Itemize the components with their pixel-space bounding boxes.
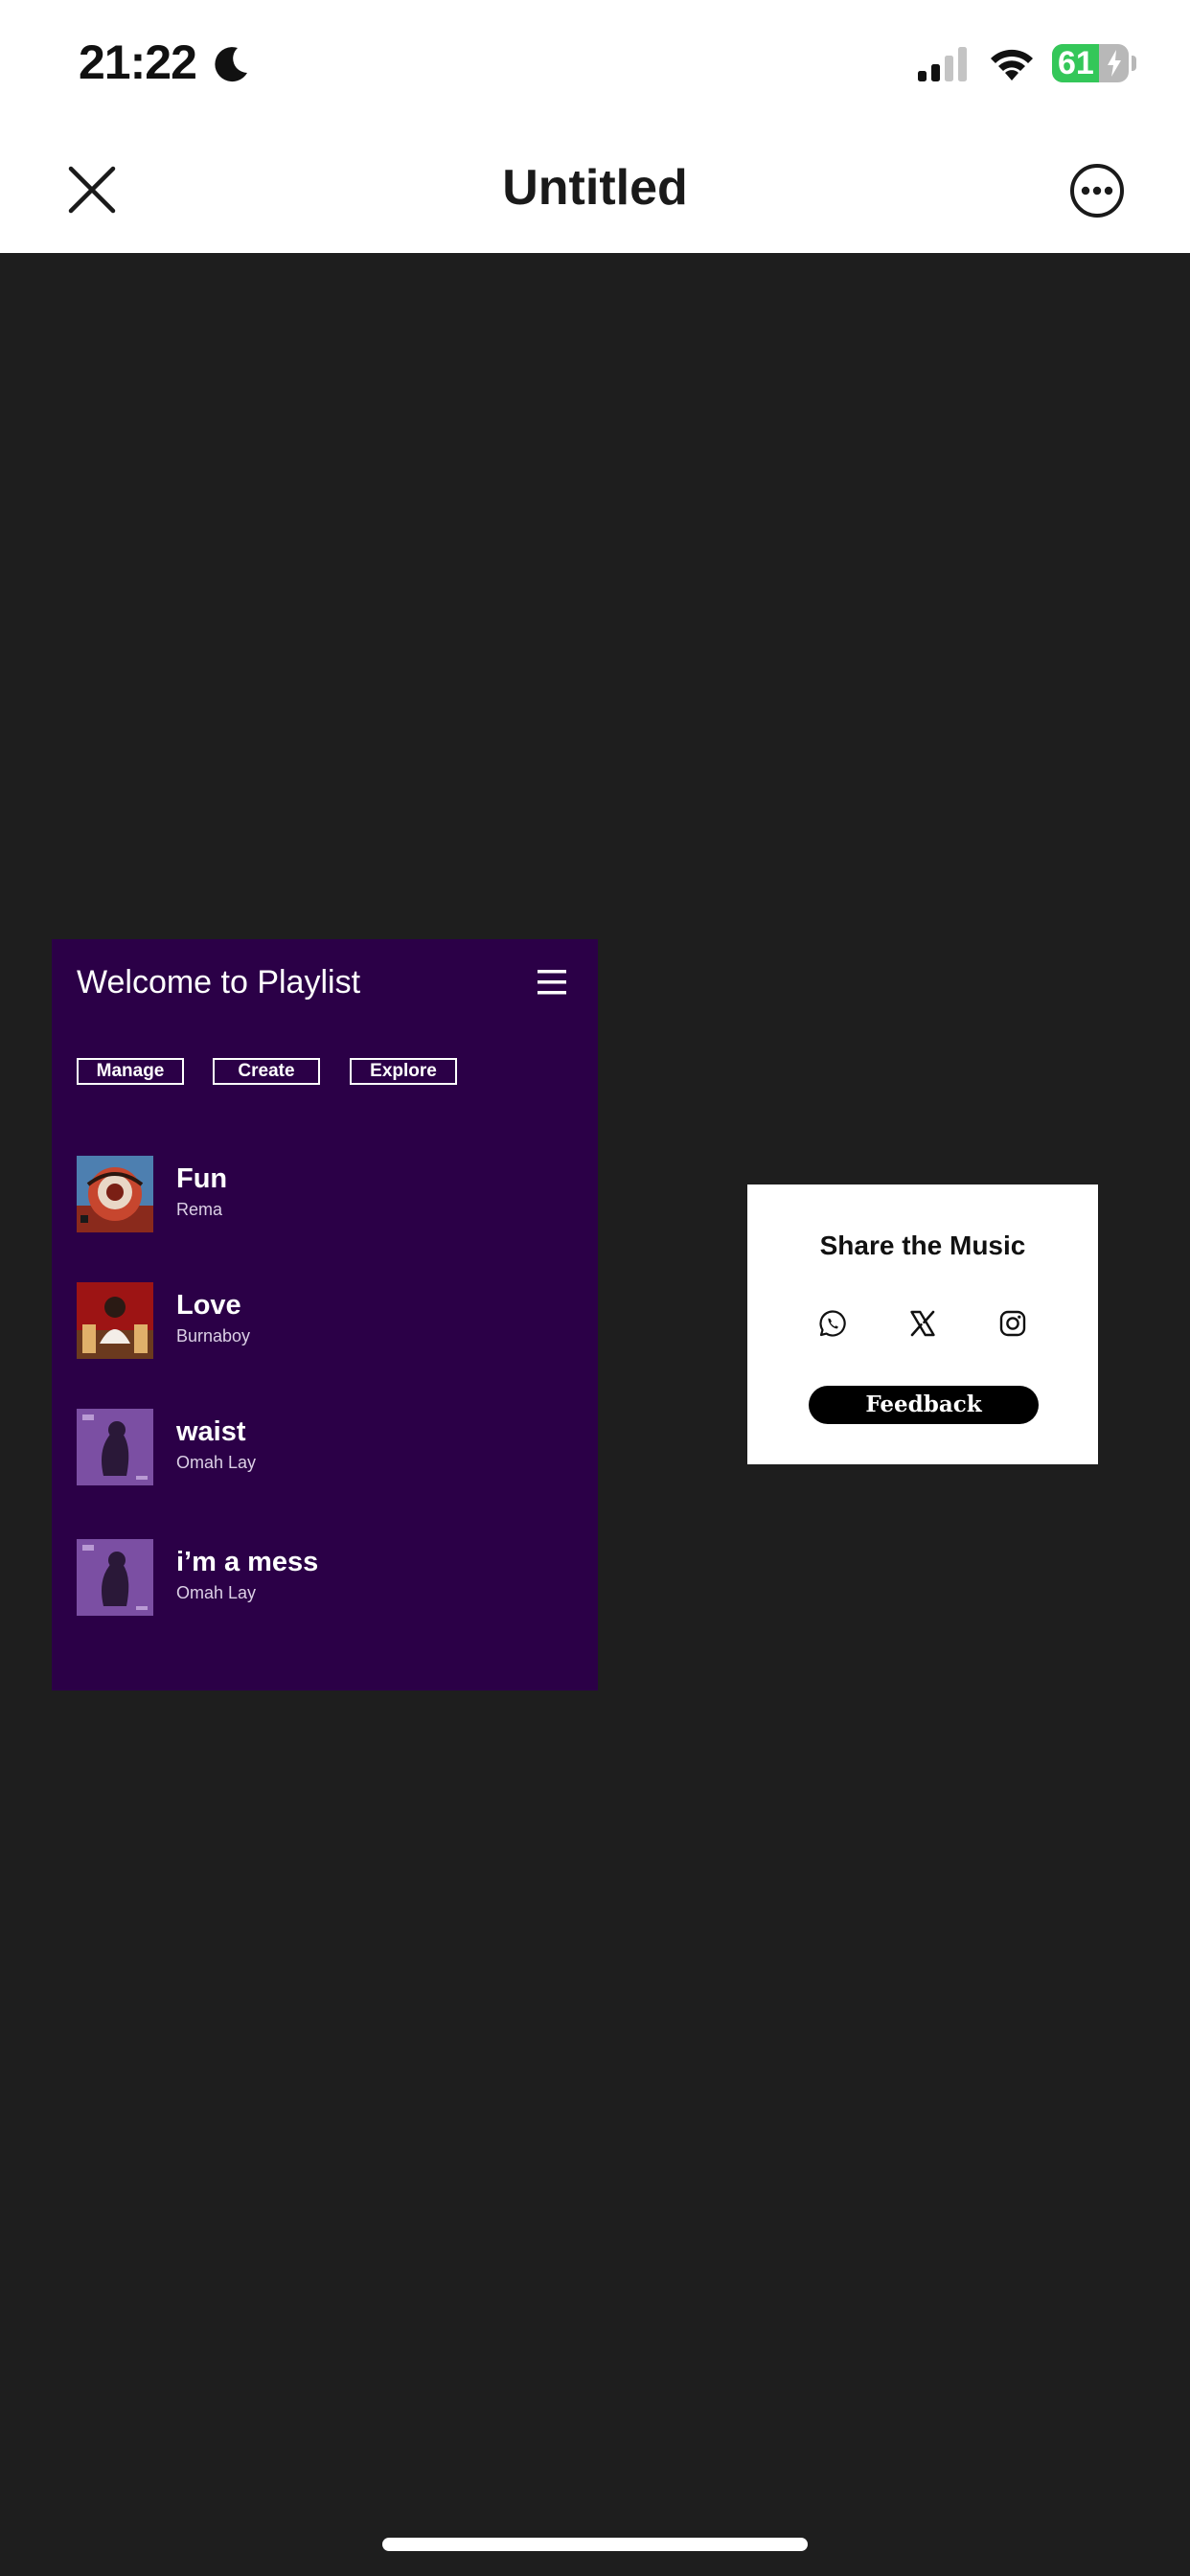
track-artist: Rema (176, 1200, 223, 1219)
explore-button[interactable]: Explore (350, 1058, 457, 1085)
track-title: waist (176, 1416, 246, 1447)
status-bar: 21:22 61 (0, 0, 1190, 130)
moon-icon (215, 47, 247, 82)
track-item-im-a-mess[interactable]: i’m a mess Omah Lay (77, 1539, 575, 1618)
album-cover-love (77, 1282, 153, 1359)
album-cover-fun (77, 1156, 153, 1232)
playlist-title: Welcome to Playlist (77, 964, 361, 1000)
x-icon[interactable] (908, 1309, 937, 1338)
feedback-button[interactable]: Feedback (809, 1386, 1039, 1424)
track-title: i’m a mess (176, 1547, 319, 1577)
instagram-icon[interactable] (998, 1309, 1027, 1338)
create-button[interactable]: Create (213, 1058, 320, 1085)
playlist-panel: Welcome to Playlist Manage Create Explor… (52, 939, 598, 1690)
track-item-love[interactable]: Love Burnaboy (77, 1282, 575, 1361)
manage-button[interactable]: Manage (77, 1058, 184, 1085)
track-artist: Omah Lay (176, 1453, 257, 1472)
track-artist: Burnaboy (176, 1326, 251, 1346)
track-artist: Omah Lay (176, 1583, 257, 1602)
wifi-icon (991, 49, 1033, 80)
track-title: Love (176, 1290, 241, 1321)
share-card: Share the Music Feedback (747, 1184, 1098, 1464)
share-title: Share the Music (819, 1230, 1026, 1260)
battery-cap (1132, 56, 1136, 71)
track-item-waist[interactable]: waist Omah Lay (77, 1409, 575, 1487)
album-cover-im-a-mess (77, 1539, 153, 1616)
battery-level: 61 (1058, 45, 1094, 81)
home-indicator[interactable] (382, 2538, 808, 2551)
battery-indicator: 61 (1052, 44, 1129, 82)
album-cover-waist (77, 1409, 153, 1485)
navigation-bar: Untitled (0, 130, 1190, 253)
page-title: Untitled (502, 160, 688, 216)
whatsapp-icon[interactable] (818, 1309, 847, 1338)
track-title: Fun (176, 1163, 228, 1194)
charging-bolt-icon (1108, 50, 1121, 77)
status-time: 21:22 (79, 35, 197, 89)
hamburger-menu-icon[interactable] (537, 968, 567, 997)
cellular-signal-icon (918, 47, 967, 81)
more-options-icon[interactable] (1069, 163, 1125, 218)
track-item-fun[interactable]: Fun Rema (77, 1156, 575, 1234)
